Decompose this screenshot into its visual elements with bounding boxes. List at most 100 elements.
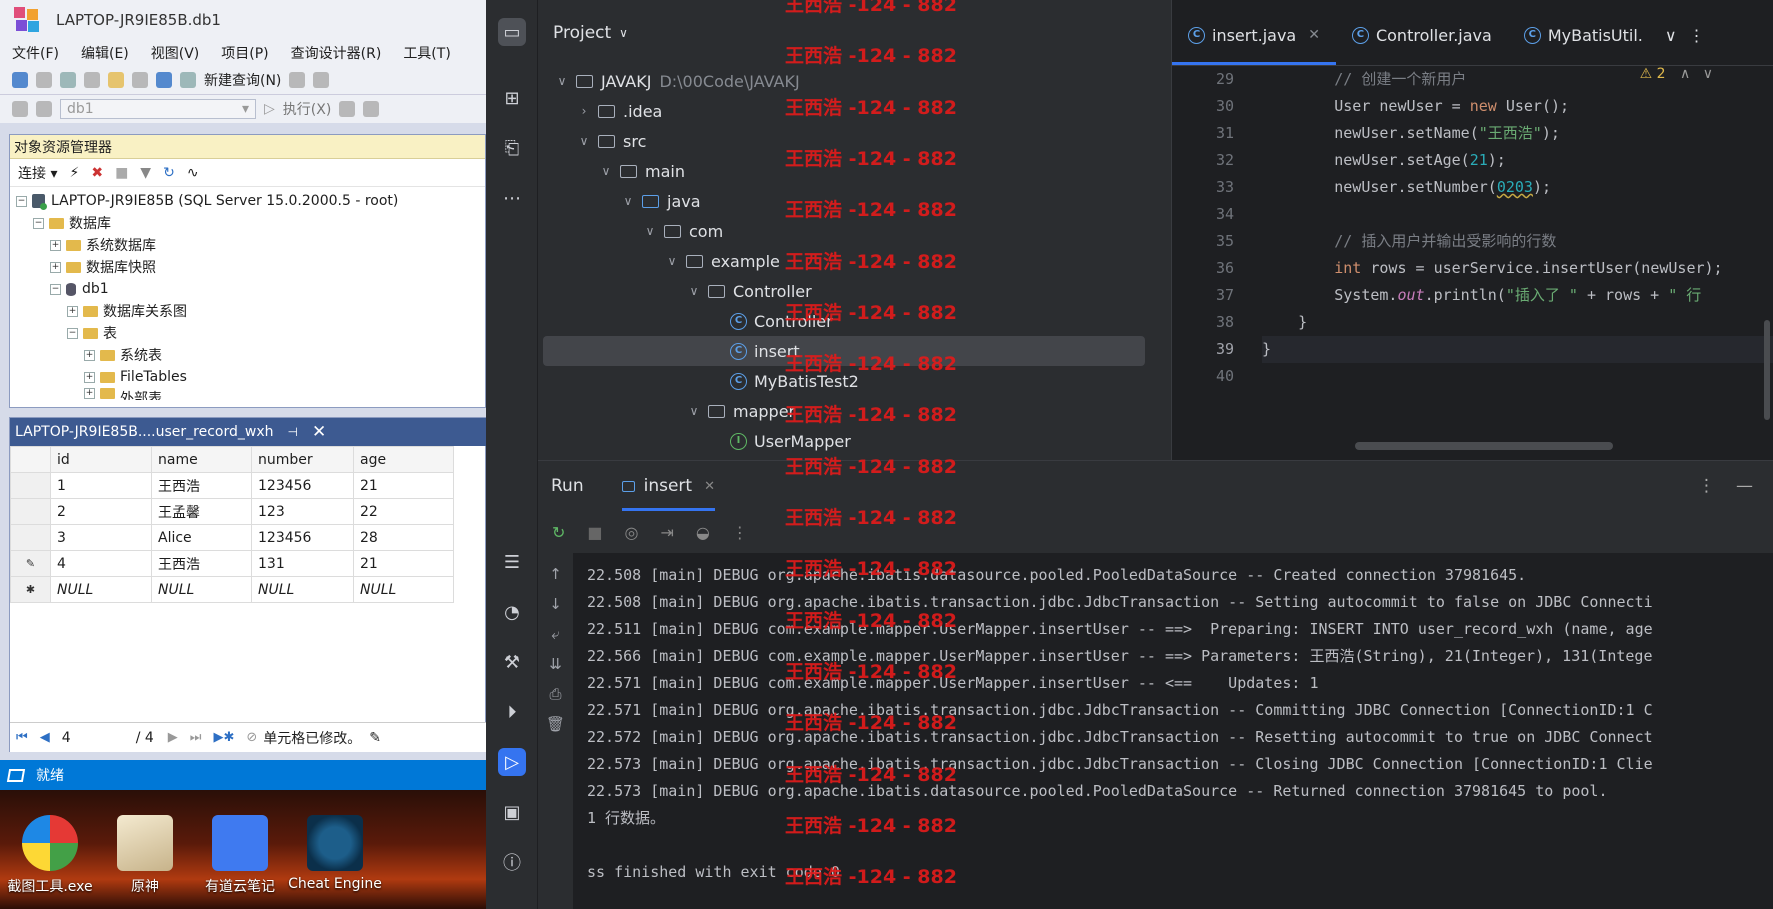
desktop-icon-youdao[interactable]: 有道云笔记 (195, 815, 285, 896)
disconnect-icon[interactable] (36, 101, 52, 117)
expand-icon[interactable]: + (84, 388, 95, 399)
grid-cell[interactable]: 131 (251, 550, 354, 577)
collapse-icon[interactable]: − (16, 195, 27, 207)
save-all-icon[interactable] (156, 71, 172, 88)
grid-cell[interactable]: 21 (353, 550, 454, 577)
row-selector-header[interactable] (10, 446, 51, 473)
more-options-icon[interactable]: ⋮ (732, 523, 748, 542)
grid-cell[interactable]: 4 (50, 550, 152, 577)
rerun-icon[interactable]: ↻ (552, 523, 565, 542)
stop-record-icon[interactable]: ⊘ (246, 730, 257, 745)
project-header[interactable]: Project ∨ (538, 0, 1171, 66)
grid-cell[interactable]: 22 (353, 498, 454, 525)
chevron-down-icon[interactable]: ∨ (619, 26, 628, 40)
expanded-arrow-icon[interactable]: ∨ (642, 224, 658, 238)
stop-icon[interactable]: ■ (587, 523, 602, 542)
collapsed-arrow-icon[interactable]: › (576, 104, 592, 118)
col-header[interactable]: number (251, 446, 354, 473)
expanded-arrow-icon[interactable]: ∨ (576, 134, 592, 148)
soft-wrap-icon[interactable]: ⤶ (538, 625, 573, 643)
connect-dropdown[interactable]: 连接 ▾ (18, 163, 57, 183)
first-record-icon[interactable]: ⏮ (16, 730, 28, 745)
run-tab-insert[interactable]: insert ✕ (621, 461, 716, 511)
tree-databases[interactable]: − 数据库 (10, 212, 485, 234)
collapse-icon[interactable]: − (67, 327, 78, 339)
minimize-icon[interactable]: — (1736, 476, 1753, 496)
row-selector[interactable] (10, 472, 51, 499)
tree-external-tables[interactable]: + 外部表 (10, 388, 485, 400)
collapse-icon[interactable]: − (50, 283, 61, 295)
desktop-icon-cheat-engine[interactable]: Cheat Engine (285, 815, 385, 892)
scroll-down-icon[interactable]: ↓ (538, 595, 573, 613)
menu-query-designer[interactable]: 查询设计器(R) (291, 43, 382, 63)
table-row-new[interactable]: ✱ NULL NULL NULL NULL (10, 576, 454, 603)
row-selector[interactable] (10, 498, 51, 525)
menu-view[interactable]: 视图(V) (151, 43, 200, 63)
project-folder-icon[interactable]: ▭ (498, 18, 526, 46)
grid-cell[interactable]: 王孟馨 (151, 498, 252, 525)
dmx-icon[interactable] (313, 71, 330, 88)
clear-trash-icon[interactable]: 🗑 (538, 715, 573, 733)
expanded-arrow-icon[interactable]: ∨ (686, 404, 702, 418)
grid-cell[interactable]: 123 (251, 498, 354, 525)
expand-icon[interactable]: + (50, 239, 61, 251)
tree-node-javakj[interactable]: ∨ JAVAKJ D:\00Code\JAVAKJ (538, 66, 1171, 96)
grid-cell[interactable]: NULL (353, 576, 454, 603)
col-header[interactable]: name (151, 446, 252, 473)
last-record-icon[interactable]: ⏭ (190, 730, 202, 745)
mdx-icon[interactable] (289, 71, 306, 88)
table-row[interactable]: 2 王孟馨 123 22 (10, 498, 454, 525)
tree-node-controller-class[interactable]: C Controller (538, 306, 1171, 336)
editor-vscrollbar[interactable] (1764, 320, 1770, 420)
coverage-icon[interactable]: ◒ (696, 523, 710, 542)
tree-node-insert-class[interactable]: Cinsert (543, 336, 1145, 366)
tree-node-controller-package[interactable]: ∨ Controller (538, 276, 1171, 306)
filter-icon[interactable]: ▼ (140, 165, 151, 181)
record-number-input[interactable]: 4 (62, 730, 126, 746)
open-file-icon[interactable] (108, 71, 124, 88)
table-editor-tab[interactable]: LAPTOP-JR9IE85B....user_record_wxh ⊣ ✕ (10, 418, 486, 446)
connect-plug-icon[interactable]: ⚡ (69, 165, 79, 181)
grid-cell[interactable]: 王西浩 (151, 550, 252, 577)
expanded-arrow-icon[interactable]: ∨ (664, 254, 680, 268)
problems-icon[interactable]: ⓘ (498, 848, 526, 876)
next-record-icon[interactable]: ▶ (168, 730, 178, 745)
camera-icon[interactable]: ◎ (625, 523, 639, 542)
tree-tables[interactable]: − 表 (10, 322, 485, 344)
restore-layout-icon[interactable]: ⇥ (661, 523, 674, 542)
table-row[interactable]: ✎ 4 王西浩 131 21 (10, 550, 454, 577)
grid-cell[interactable]: 28 (353, 524, 454, 551)
database-select[interactable]: db1 ▾ (60, 99, 256, 119)
save-icon[interactable] (132, 71, 148, 88)
scroll-to-end-icon[interactable]: ⇊ (538, 655, 573, 673)
tree-node-src[interactable]: ∨ src (538, 126, 1171, 156)
tree-system-databases[interactable]: + 系统数据库 (10, 234, 485, 256)
row-editing-pencil-icon[interactable]: ✎ (10, 550, 51, 577)
activity-monitor-icon[interactable]: ∿ (187, 165, 199, 181)
grid-cell[interactable]: Alice (151, 524, 252, 551)
expanded-arrow-icon[interactable]: ∨ (620, 194, 636, 208)
desktop-icon-snipping-tool[interactable]: 截图工具.exe (5, 815, 95, 896)
expand-icon[interactable]: + (84, 349, 95, 361)
back-icon[interactable] (12, 71, 28, 88)
console-output[interactable]: 22.508 [main] DEBUG org.apache.ibatis.da… (573, 553, 1773, 909)
expand-icon[interactable]: + (84, 371, 95, 383)
stop-square-icon[interactable]: ■ (115, 165, 128, 181)
desktop-icon-genshin[interactable]: 原神 (100, 815, 190, 896)
menu-edit[interactable]: 编辑(E) (81, 43, 129, 63)
col-header[interactable]: id (50, 446, 152, 473)
execute-button[interactable]: 执行(X) (283, 99, 332, 119)
stop-icon[interactable] (339, 101, 356, 117)
more-options-icon[interactable]: ⋮ (1698, 476, 1715, 496)
tree-node-com[interactable]: ∨ com (538, 216, 1171, 246)
bookmarks-icon[interactable]: ⎗ (498, 134, 526, 162)
refresh-icon[interactable]: ↻ (163, 165, 175, 181)
menu-tools[interactable]: 工具(T) (403, 43, 450, 63)
pin-icon[interactable]: ⊣ (288, 425, 298, 439)
expanded-arrow-icon[interactable]: ∨ (598, 164, 614, 178)
build-hammer-icon[interactable]: ⚒ (498, 648, 526, 676)
grid-cell[interactable]: 123456 (251, 472, 354, 499)
new-row-asterisk-icon[interactable]: ✱ (10, 576, 51, 603)
close-icon[interactable]: ✕ (312, 422, 326, 442)
col-header[interactable]: age (353, 446, 454, 473)
